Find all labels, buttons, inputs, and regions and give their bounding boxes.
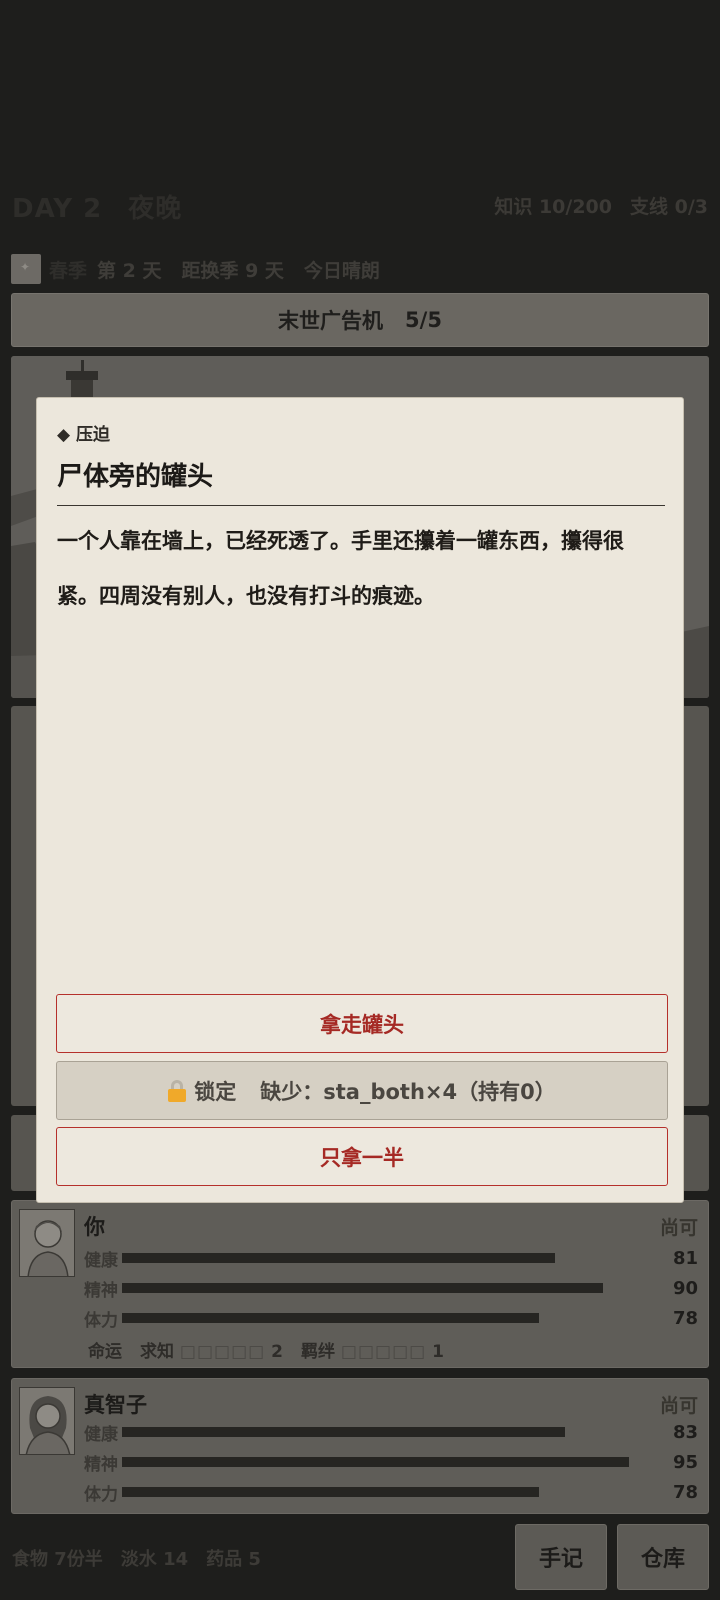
stamina-bar-fill: [122, 1313, 539, 1323]
spirit-bar: [122, 1283, 656, 1293]
title-divider: [57, 505, 665, 506]
spirit-value: 95: [672, 1451, 698, 1473]
day-label: DAY 2: [12, 194, 103, 224]
stamina-bar-fill: [122, 1487, 539, 1497]
avatar: [19, 1209, 75, 1277]
locked-requirement: 缺少：sta_both×4（持有0）: [260, 1079, 556, 1104]
stamina-value: 78: [672, 1307, 698, 1329]
lock-icon: [168, 1079, 187, 1102]
character-status: 尚可: [659, 1217, 698, 1239]
event-tag: ◆ 压迫: [57, 425, 110, 445]
stamina-value: 78: [672, 1481, 698, 1503]
spirit-stat: 精神 90: [84, 1275, 698, 1301]
progress-counters: 知识 10/200 支线 0/3: [494, 192, 708, 219]
bond-label: 羁绊: [301, 1342, 335, 1362]
ad-machine-button[interactable]: 末世广告机 5/5: [11, 293, 709, 347]
season-icon: [11, 254, 41, 284]
spirit-bar: [122, 1457, 656, 1467]
event-description: 一个人靠在墙上，已经死透了。手里还攥着一罐东西，攥得很紧。四周没有别人，也没有打…: [57, 529, 624, 608]
health-stat: 健康 83: [84, 1419, 698, 1445]
character-card: 你 尚可 健康 81 精神 90 体力 78 命运 求知 □□□□□ 2 羁绊 …: [11, 1200, 709, 1368]
event-dialog: ◆ 压迫 尸体旁的罐头 一个人靠在墙上，已经死透了。手里还攥着一罐东西，攥得很紧…: [36, 397, 684, 1203]
season-row: 春季 第 2 天 距换季 9 天 今日晴朗: [11, 254, 400, 284]
spirit-label: 精神: [84, 1280, 118, 1301]
season-day: 第 2 天: [97, 259, 162, 282]
curiosity-boxes: □□□□□: [179, 1342, 266, 1362]
ad-machine-label: 末世广告机: [278, 309, 384, 333]
medicine-count: 药品 5: [206, 1549, 261, 1570]
stamina-stat: 体力 78: [84, 1305, 698, 1331]
time-label: 夜晚: [128, 194, 183, 224]
take-half-button[interactable]: 只拿一半: [56, 1127, 668, 1186]
health-bar: [122, 1427, 656, 1437]
health-value: 83: [672, 1421, 698, 1443]
spirit-value: 90: [672, 1277, 698, 1299]
season-countdown: 距换季 9 天: [181, 259, 284, 282]
curiosity-label: 求知: [140, 1342, 174, 1362]
health-bar: [122, 1253, 656, 1263]
water-count: 淡水 14: [120, 1549, 189, 1570]
character-name: 你: [84, 1215, 105, 1239]
bond-boxes: □□□□□: [340, 1342, 427, 1362]
stamina-label: 体力: [84, 1310, 118, 1331]
stamina-label: 体力: [84, 1484, 118, 1505]
season-name: 春季: [49, 259, 88, 282]
stamina-bar: [122, 1313, 656, 1323]
health-value: 81: [672, 1247, 698, 1269]
bond-value: 1: [432, 1342, 444, 1362]
knowledge-counter: 知识 10/200: [494, 196, 612, 218]
health-label: 健康: [84, 1250, 118, 1271]
spirit-bar-fill: [122, 1457, 630, 1467]
event-title: 尸体旁的罐头: [57, 462, 214, 492]
health-stat: 健康 81: [84, 1245, 698, 1271]
weather-label: 今日晴朗: [303, 259, 380, 282]
day-indicator: DAY 2 夜晚: [12, 188, 182, 225]
character-card: 真智子 尚可 健康 83 精神 95 体力 78: [11, 1378, 709, 1514]
stamina-stat: 体力 78: [84, 1479, 698, 1505]
storage-button[interactable]: 仓库: [617, 1524, 709, 1590]
resource-summary: 食物 7份半 淡水 14 药品 5: [12, 1545, 261, 1571]
fate-label: 命运: [88, 1342, 122, 1362]
notes-button[interactable]: 手记: [515, 1524, 607, 1590]
spirit-stat: 精神 95: [84, 1449, 698, 1475]
stamina-bar: [122, 1487, 656, 1497]
food-count: 食物 7份半: [12, 1549, 103, 1570]
spirit-label: 精神: [84, 1454, 118, 1475]
take-can-button[interactable]: 拿走罐头: [56, 994, 668, 1053]
health-bar-fill: [122, 1253, 555, 1263]
locked-label: 锁定: [194, 1079, 237, 1104]
character-status: 尚可: [659, 1395, 698, 1417]
health-label: 健康: [84, 1424, 118, 1445]
health-bar-fill: [122, 1427, 566, 1437]
curiosity-value: 2: [271, 1342, 283, 1362]
avatar: [19, 1387, 75, 1455]
ad-machine-count: 5/5: [405, 308, 442, 332]
spirit-bar-fill: [122, 1283, 603, 1293]
fate-row: 命运 求知 □□□□□ 2 羁绊 □□□□□ 1: [88, 1337, 444, 1362]
sidequest-counter: 支线 0/3: [630, 196, 708, 218]
locked-choice-button[interactable]: 锁定 缺少：sta_both×4（持有0）: [56, 1061, 668, 1120]
character-name: 真智子: [84, 1393, 147, 1417]
